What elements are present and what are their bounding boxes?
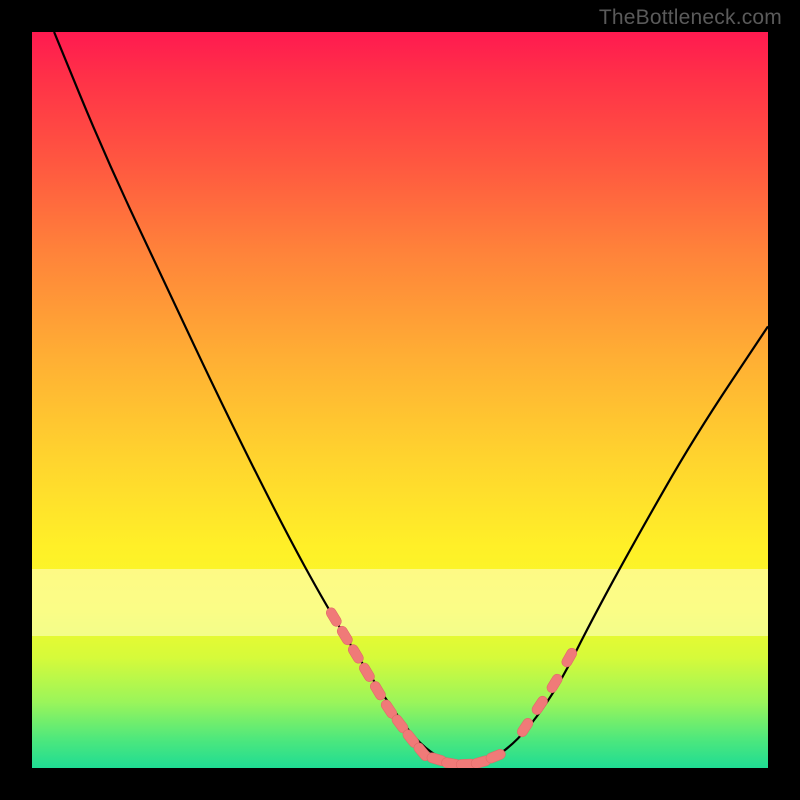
curve-layer [32, 32, 768, 768]
curve-marker [545, 672, 564, 694]
chart-frame: TheBottleneck.com [0, 0, 800, 800]
curve-marker [485, 748, 507, 765]
curve-marker-group [324, 606, 578, 768]
curve-marker [530, 694, 549, 716]
watermark-text: TheBottleneck.com [599, 6, 782, 30]
bottleneck-curve [54, 32, 768, 764]
curve-marker [515, 716, 534, 738]
curve-marker [324, 606, 343, 628]
plot-area [32, 32, 768, 768]
curve-marker [335, 624, 354, 646]
